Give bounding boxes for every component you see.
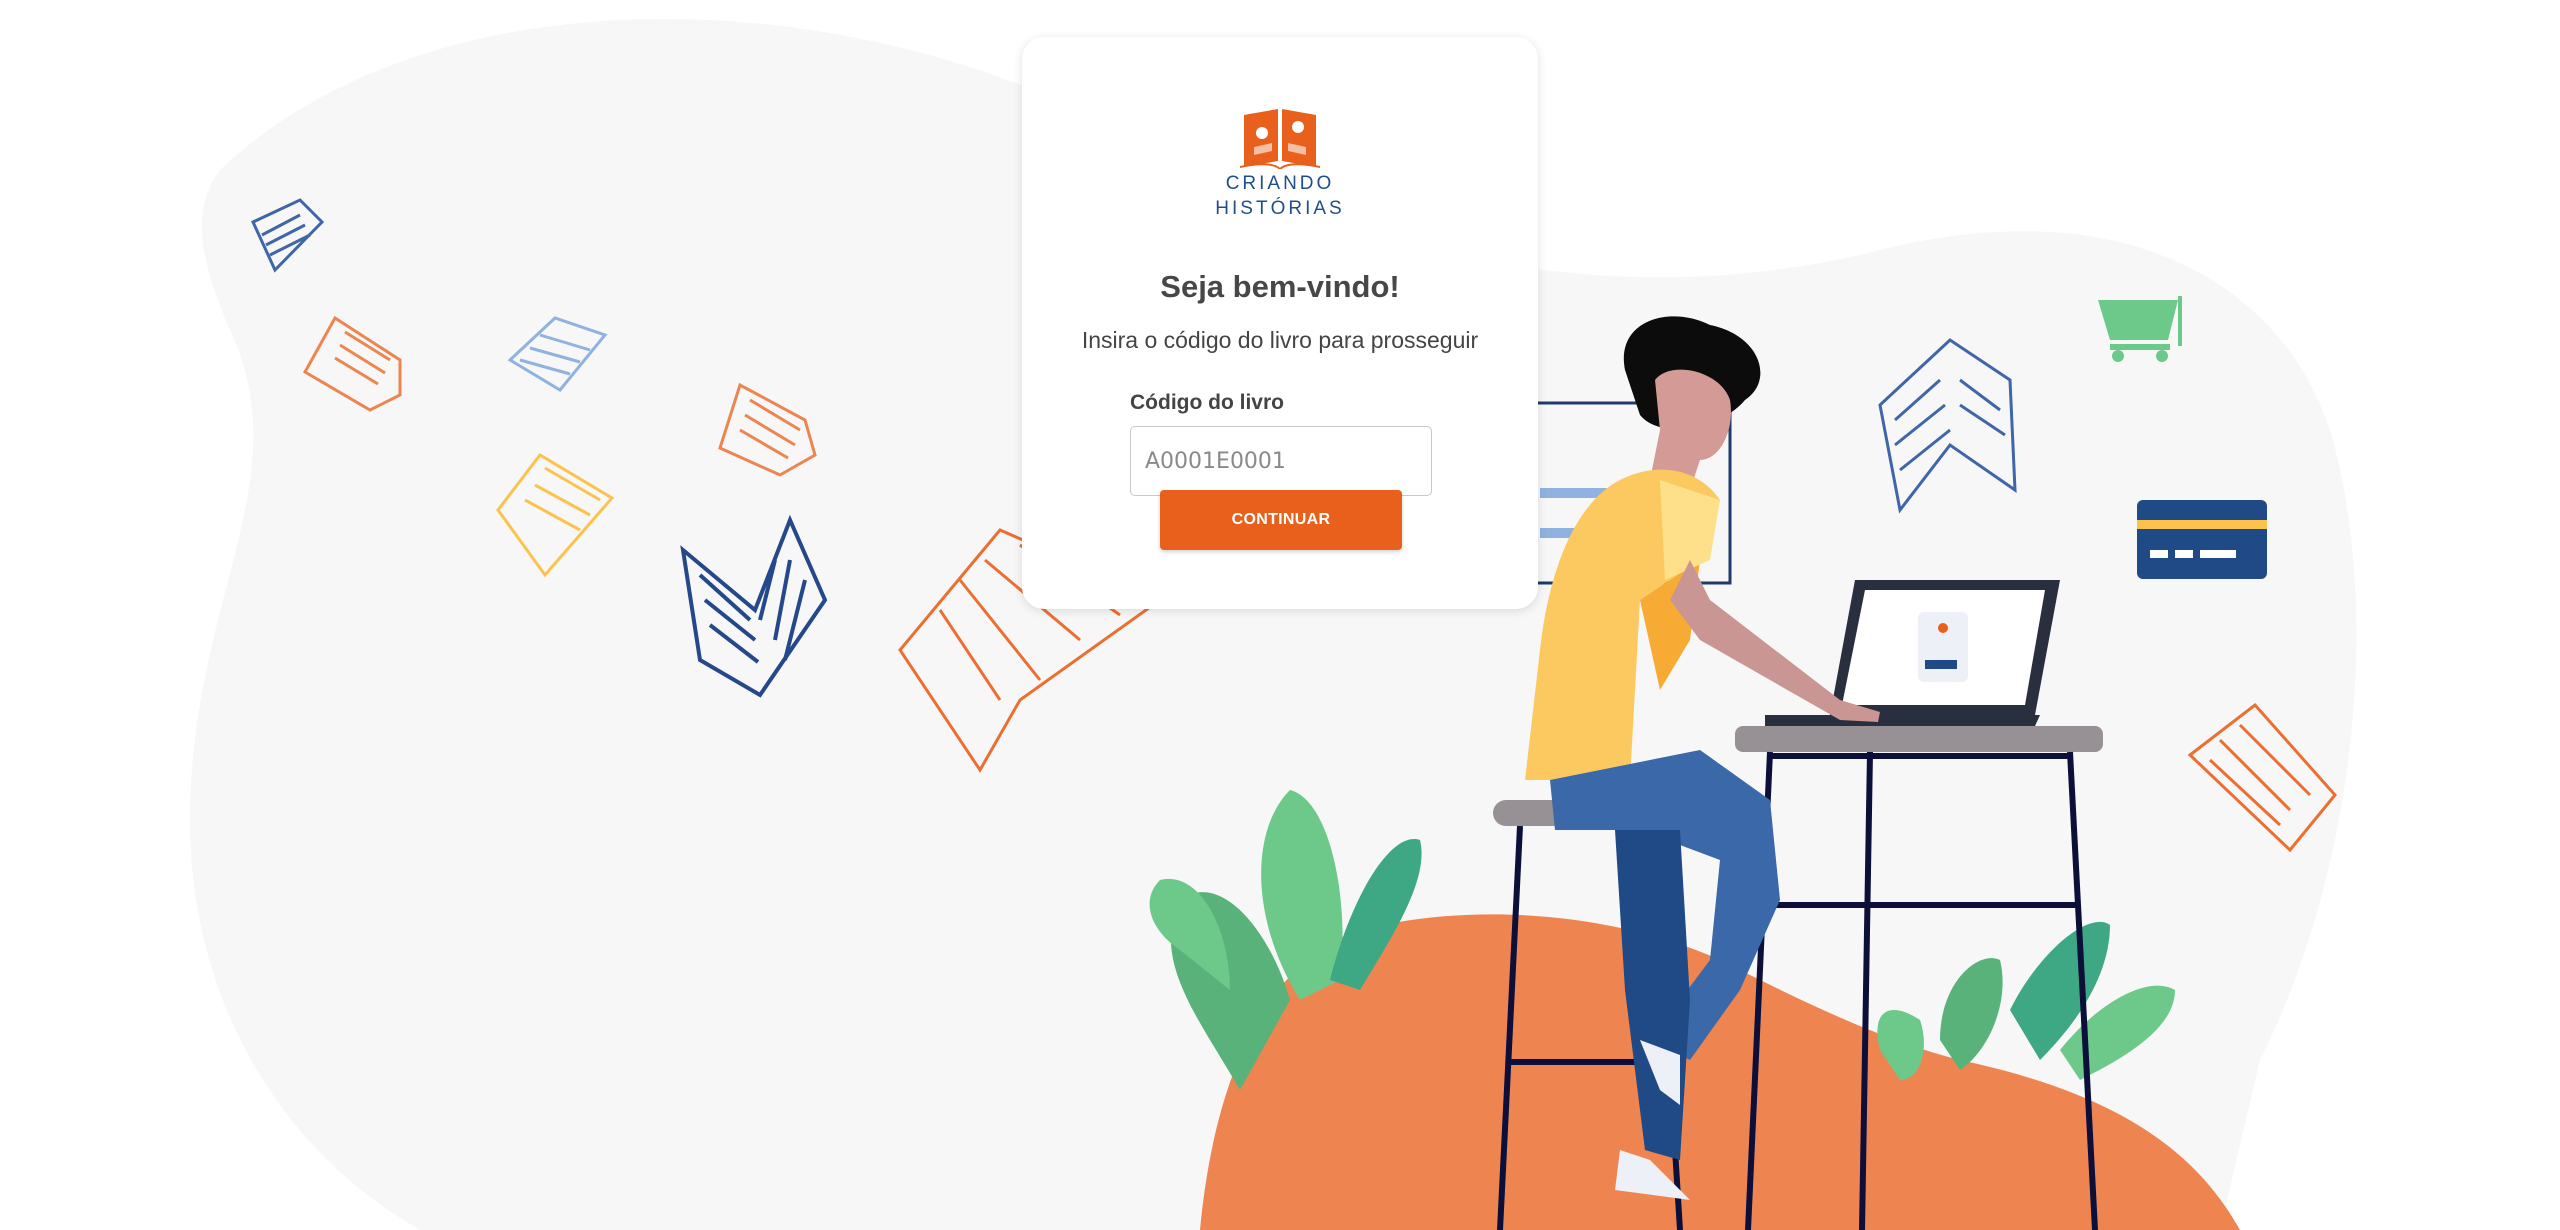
login-page: CRIANDO HISTÓRIAS Seja bem-vindo! Insira… xyxy=(0,0,2560,1230)
login-card: CRIANDO HISTÓRIAS Seja bem-vindo! Insira… xyxy=(1022,37,1538,609)
welcome-title: Seja bem-vindo! xyxy=(1160,269,1400,304)
desk-top xyxy=(1735,726,2103,752)
book-code-input[interactable] xyxy=(1130,426,1432,496)
book-code-label: Código do livro xyxy=(1130,391,1284,414)
open-book-puzzle-icon xyxy=(1239,109,1321,169)
brand: CRIANDO HISTÓRIAS xyxy=(1022,103,1538,219)
brand-name-line1: CRIANDO xyxy=(1225,173,1335,194)
credit-card-icon xyxy=(2137,500,2267,579)
brand-name-line2: HISTÓRIAS xyxy=(1215,198,1345,219)
welcome-subtitle: Insira o código do livro para prosseguir xyxy=(1081,327,1479,353)
continue-button[interactable]: CONTINUAR xyxy=(1160,490,1402,550)
